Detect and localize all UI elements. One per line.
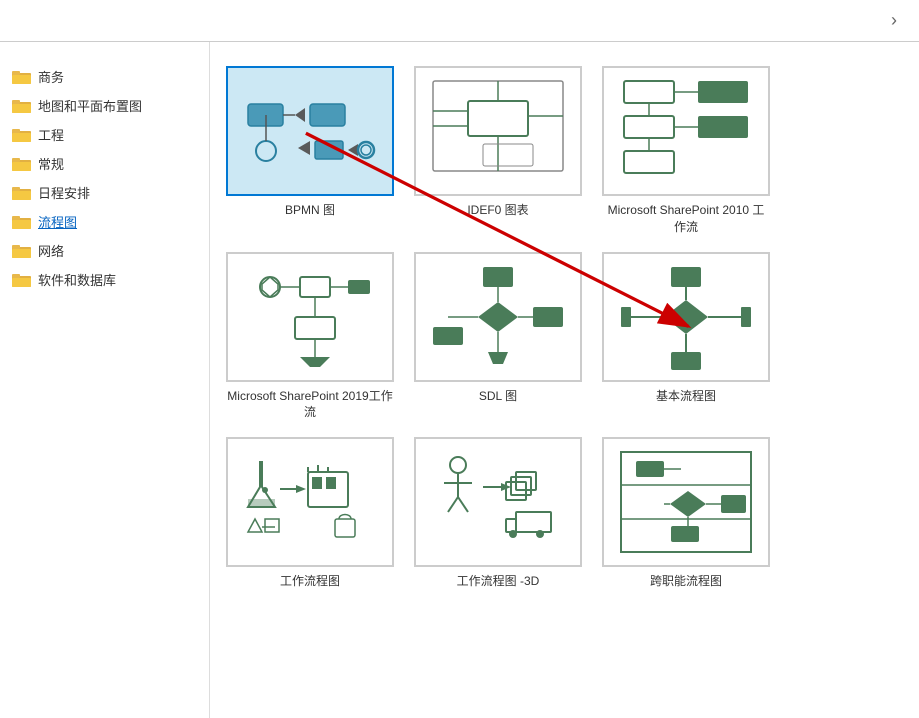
template-name-basic: 基本流程图 bbox=[656, 388, 716, 405]
template-item-workflow3d[interactable]: 工作流程图 -3D bbox=[414, 437, 582, 590]
left-panel: 商务 地图和平面布置图 工程 常规 日程安排 流程图 网络 软件和数据库 bbox=[0, 42, 210, 718]
category-label bbox=[0, 54, 209, 62]
folder-icon bbox=[12, 214, 32, 230]
category-item-label: 软件和数据库 bbox=[38, 270, 116, 289]
sidebar-item-engineering[interactable]: 工程 bbox=[0, 120, 209, 149]
template-name-workflow: 工作流程图 bbox=[280, 573, 340, 590]
template-thumb-idef0 bbox=[414, 66, 582, 196]
folder-icon bbox=[12, 185, 32, 201]
folder-icon bbox=[12, 69, 32, 85]
template-thumb-workflow bbox=[226, 437, 394, 567]
template-name-sdl: SDL 图 bbox=[479, 388, 517, 405]
template-thumb-bpmn bbox=[226, 66, 394, 196]
category-item-label: 日程安排 bbox=[38, 183, 90, 202]
dialog: › 商务 地图和平面布置图 工程 常规 日程安排 流程图 bbox=[0, 0, 919, 718]
template-name-sharepoint2010: Microsoft SharePoint 2010 工作流 bbox=[602, 202, 770, 236]
folder-icon bbox=[12, 98, 32, 114]
template-item-sdl[interactable]: SDL 图 bbox=[414, 252, 582, 422]
category-item-label: 地图和平面布置图 bbox=[38, 96, 142, 115]
sidebar-item-schedule[interactable]: 日程安排 bbox=[0, 178, 209, 207]
sidebar-item-software[interactable]: 软件和数据库 bbox=[0, 265, 209, 294]
template-item-sharepoint2010[interactable]: Microsoft SharePoint 2010 工作流 bbox=[602, 66, 770, 236]
template-item-bpmn[interactable]: BPMN 图 bbox=[226, 66, 394, 236]
template-name-workflow3d: 工作流程图 -3D bbox=[457, 573, 540, 590]
category-item-label: 网络 bbox=[38, 241, 64, 260]
template-name-crossfunc: 跨职能流程图 bbox=[650, 573, 722, 590]
folder-icon bbox=[12, 156, 32, 172]
close-icon[interactable]: › bbox=[885, 8, 903, 33]
template-item-crossfunc[interactable]: 跨职能流程图 bbox=[602, 437, 770, 590]
category-item-label: 商务 bbox=[38, 67, 64, 86]
template-name-idef0: IDEF0 图表 bbox=[467, 202, 528, 219]
folder-icon bbox=[12, 272, 32, 288]
sidebar-item-business[interactable]: 商务 bbox=[0, 62, 209, 91]
template-item-workflow[interactable]: 工作流程图 bbox=[226, 437, 394, 590]
template-name-sharepoint2019: Microsoft SharePoint 2019工作流 bbox=[226, 388, 394, 422]
folder-icon bbox=[12, 243, 32, 259]
sidebar-item-flowchart[interactable]: 流程图 bbox=[0, 207, 209, 236]
sidebar-item-general[interactable]: 常规 bbox=[0, 149, 209, 178]
template-thumb-sharepoint2019 bbox=[226, 252, 394, 382]
category-list: 商务 地图和平面布置图 工程 常规 日程安排 流程图 网络 软件和数据库 bbox=[0, 62, 209, 294]
category-item-label: 常规 bbox=[38, 154, 64, 173]
template-item-basic[interactable]: 基本流程图 bbox=[602, 252, 770, 422]
template-thumb-crossfunc bbox=[602, 437, 770, 567]
template-item-sharepoint2019[interactable]: Microsoft SharePoint 2019工作流 bbox=[226, 252, 394, 422]
dialog-body: 商务 地图和平面布置图 工程 常规 日程安排 流程图 网络 软件和数据库 bbox=[0, 42, 919, 718]
template-item-idef0[interactable]: IDEF0 图表 bbox=[414, 66, 582, 236]
folder-icon bbox=[12, 127, 32, 143]
template-thumb-workflow3d bbox=[414, 437, 582, 567]
dialog-header: › bbox=[0, 0, 919, 42]
sidebar-item-map[interactable]: 地图和平面布置图 bbox=[0, 91, 209, 120]
sidebar-item-network[interactable]: 网络 bbox=[0, 236, 209, 265]
category-item-label: 工程 bbox=[38, 125, 64, 144]
template-thumb-basic bbox=[602, 252, 770, 382]
template-name-bpmn: BPMN 图 bbox=[285, 202, 335, 219]
template-thumb-sdl bbox=[414, 252, 582, 382]
template-thumb-sharepoint2010 bbox=[602, 66, 770, 196]
template-grid: BPMN 图 IDEF0 图表 Microsoft SharePoint 201… bbox=[226, 66, 903, 590]
right-panel: BPMN 图 IDEF0 图表 Microsoft SharePoint 201… bbox=[210, 42, 919, 718]
category-item-label: 流程图 bbox=[38, 212, 77, 231]
